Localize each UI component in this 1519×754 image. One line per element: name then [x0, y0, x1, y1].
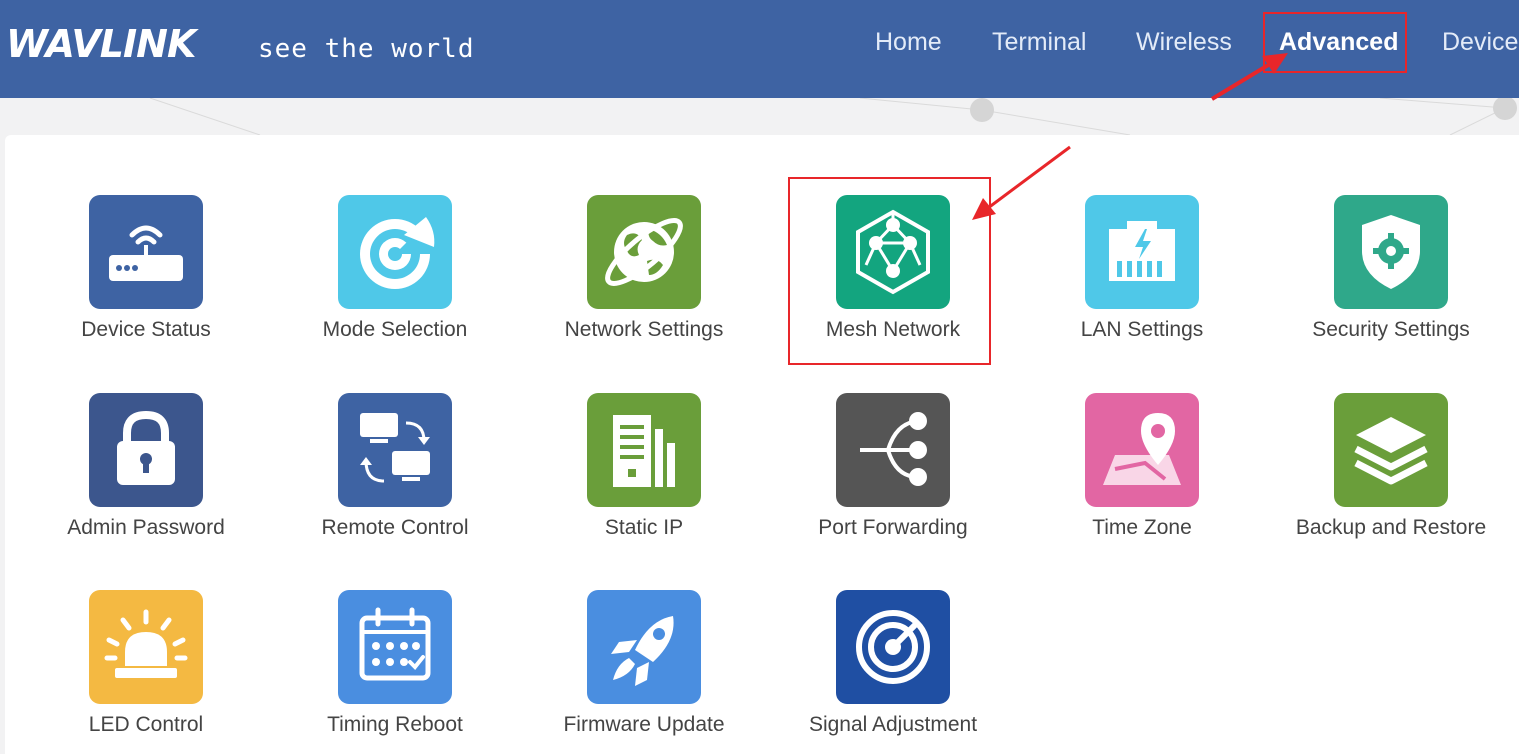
tile-static-ip-icon-box: [587, 393, 701, 507]
nav-device[interactable]: Device: [1442, 26, 1518, 58]
calendar-icon: [338, 590, 452, 704]
map-pin-icon: [1085, 393, 1199, 507]
tile-mode-selection[interactable]: Mode Selection: [280, 195, 510, 355]
tile-lan-settings[interactable]: LAN Settings: [1027, 195, 1257, 355]
tile-remote-control-icon-box: [338, 393, 452, 507]
tile-time-zone-icon-box: [1085, 393, 1199, 507]
server-icon: [587, 393, 701, 507]
mesh-network-highlight-box: [788, 177, 991, 365]
alarm-light-icon: [89, 590, 203, 704]
ethernet-port-icon: [1085, 195, 1199, 309]
tile-led-control[interactable]: LED Control: [31, 590, 261, 750]
signal-gauge-icon: [836, 590, 950, 704]
tile-network-settings-icon-box: [587, 195, 701, 309]
tile-label: Network Settings: [564, 318, 724, 341]
shield-gear-icon: [1334, 195, 1448, 309]
tile-network-settings[interactable]: Network Settings: [529, 195, 759, 355]
tile-security-settings[interactable]: Security Settings: [1276, 195, 1506, 355]
layers-icon: [1334, 393, 1448, 507]
tile-device-status[interactable]: Device Status: [31, 195, 261, 355]
tile-label: LAN Settings: [1080, 318, 1204, 341]
nav-terminal[interactable]: Terminal: [992, 26, 1086, 58]
radar-mode-icon: [338, 195, 452, 309]
brand-logo[interactable]: WAVLINK: [6, 24, 196, 64]
tile-security-settings-icon-box: [1334, 195, 1448, 309]
tile-backup-restore-icon-box: [1334, 393, 1448, 507]
tile-remote-control[interactable]: Remote Control: [280, 393, 510, 553]
tile-label: Device Status: [81, 318, 211, 341]
tile-label: Static IP: [604, 516, 684, 539]
tile-timing-reboot-icon-box: [338, 590, 452, 704]
tile-label: Time Zone: [1092, 516, 1192, 539]
tile-timing-reboot[interactable]: Timing Reboot: [280, 590, 510, 750]
background-network-decoration: [149, 98, 1517, 136]
tile-signal-adjustment-icon-box: [836, 590, 950, 704]
tile-led-control-icon-box: [89, 590, 203, 704]
tile-backup-restore[interactable]: Backup and Restore: [1276, 393, 1506, 553]
remote-computers-icon: [338, 393, 452, 507]
tile-port-forwarding-icon-box: [836, 393, 950, 507]
share-icon: [836, 393, 950, 507]
nav-home[interactable]: Home: [875, 26, 942, 58]
tile-admin-password[interactable]: Admin Password: [31, 393, 261, 553]
tile-label: Admin Password: [67, 516, 225, 539]
tile-static-ip[interactable]: Static IP: [529, 393, 759, 553]
tile-device-status-icon-box: [89, 195, 203, 309]
globe-icon: [587, 195, 701, 309]
tile-label: Mode Selection: [322, 318, 468, 341]
tile-label: Security Settings: [1312, 318, 1470, 341]
tile-label: Backup and Restore: [1295, 516, 1487, 539]
tile-label: Remote Control: [321, 516, 469, 539]
lock-icon: [89, 393, 203, 507]
tile-label: Port Forwarding: [818, 516, 968, 539]
rocket-icon: [587, 590, 701, 704]
tile-lan-settings-icon-box: [1085, 195, 1199, 309]
tile-label: Timing Reboot: [327, 713, 463, 736]
tile-label: Firmware Update: [563, 713, 725, 736]
tile-label: Signal Adjustment: [808, 713, 978, 736]
tile-port-forwarding[interactable]: Port Forwarding: [778, 393, 1008, 553]
tile-signal-adjustment[interactable]: Signal Adjustment: [778, 590, 1008, 750]
tile-firmware-update-icon-box: [587, 590, 701, 704]
nav-wireless[interactable]: Wireless: [1136, 26, 1232, 58]
tile-label: LED Control: [88, 713, 204, 736]
tile-firmware-update[interactable]: Firmware Update: [529, 590, 759, 750]
top-header: WAVLINK see the world Home Terminal Wire…: [0, 0, 1519, 98]
tile-admin-password-icon-box: [89, 393, 203, 507]
tile-mode-selection-icon-box: [338, 195, 452, 309]
brand-tagline: see the world: [258, 34, 475, 64]
advanced-highlight-box: [1263, 12, 1407, 73]
tile-time-zone[interactable]: Time Zone: [1027, 393, 1257, 553]
router-icon: [89, 195, 203, 309]
